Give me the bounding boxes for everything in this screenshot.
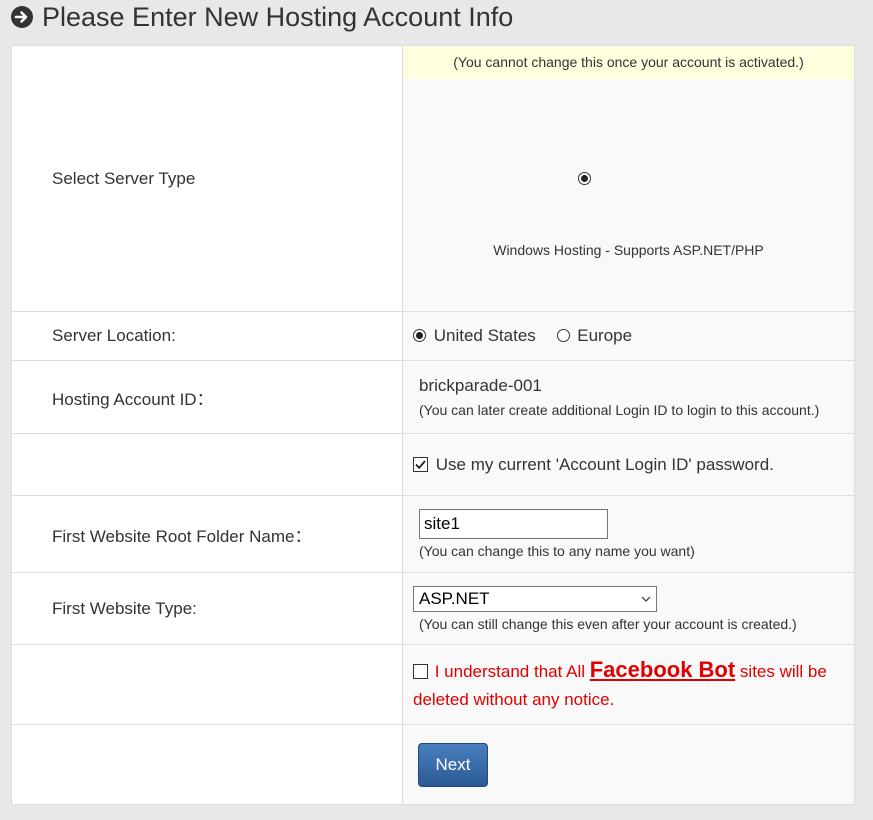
use-password-checkbox[interactable]	[413, 456, 428, 472]
server-location-cell: United States Europe	[402, 311, 855, 361]
hosting-account-form: Select Server Type (You cannot change th…	[11, 45, 855, 805]
windows-hosting-label[interactable]: Windows Hosting - Supports ASP.NET/PHP	[403, 242, 854, 258]
page-title-text: Please Enter New Hosting Account Info	[42, 1, 514, 32]
windows-hosting-radio[interactable]	[578, 172, 591, 185]
location-radio-europe[interactable]	[556, 329, 570, 342]
location-label-us[interactable]: United States	[434, 326, 536, 345]
agreement-text-before: I understand that All	[434, 661, 590, 681]
circle-arrow-right-icon	[11, 6, 33, 28]
agreement-cell: I understand that All Facebook Bot sites…	[402, 644, 855, 725]
website-type-row: First Website Type: ASP.NET (You can sti…	[11, 572, 855, 645]
checkmark-icon	[415, 459, 426, 469]
agreement-label-empty	[11, 644, 403, 725]
actions-cell: Next	[402, 724, 855, 805]
chevron-down-icon	[641, 596, 651, 602]
server-type-label: Select Server Type	[11, 45, 403, 312]
server-type-cell: (You cannot change this once your accoun…	[402, 45, 855, 312]
actions-label-empty	[11, 724, 403, 805]
password-label-empty	[11, 433, 403, 496]
root-folder-row: First Website Root Folder Name： (You can…	[11, 495, 855, 573]
agreement-checkbox[interactable]	[413, 663, 428, 679]
page-title: Please Enter New Hosting Account Info	[10, 0, 513, 34]
account-id-value: brickparade-001	[419, 376, 542, 395]
website-type-cell: ASP.NET (You can still change this even …	[402, 572, 855, 645]
next-button[interactable]: Next	[418, 742, 488, 787]
root-folder-note: (You can change this to any name you wan…	[419, 543, 695, 559]
server-type-notice: (You cannot change this once your accoun…	[403, 46, 854, 79]
use-password-label[interactable]: Use my current 'Account Login ID' passwo…	[436, 455, 774, 474]
account-id-cell: brickparade-001 (You can later create ad…	[402, 360, 855, 434]
server-type-row: Select Server Type (You cannot change th…	[11, 45, 855, 312]
website-type-selected: ASP.NET	[419, 588, 490, 608]
account-id-note: (You can later create additional Login I…	[419, 402, 820, 418]
server-location-label: Server Location:	[11, 311, 403, 361]
password-cell: Use my current 'Account Login ID' passwo…	[402, 433, 855, 496]
server-location-row: Server Location: United States Europe	[11, 311, 855, 361]
website-type-select[interactable]: ASP.NET	[413, 585, 657, 612]
root-folder-label: First Website Root Folder Name：	[11, 495, 403, 573]
account-id-label: Hosting Account ID：	[11, 360, 403, 434]
website-type-note: (You can still change this even after yo…	[419, 615, 797, 632]
location-label-europe[interactable]: Europe	[577, 326, 632, 345]
location-radio-us[interactable]	[413, 329, 426, 342]
password-row: Use my current 'Account Login ID' passwo…	[11, 433, 855, 496]
agreement-row: I understand that All Facebook Bot sites…	[11, 644, 855, 725]
root-folder-cell: (You can change this to any name you wan…	[402, 495, 855, 573]
root-folder-input[interactable]	[419, 509, 608, 539]
server-type-option: Windows Hosting - Supports ASP.NET/PHP	[403, 79, 854, 311]
facebook-bot-link[interactable]: Facebook Bot	[590, 657, 735, 682]
account-id-row: Hosting Account ID： brickparade-001 (You…	[11, 360, 855, 434]
actions-row: Next	[11, 724, 855, 805]
website-type-label: First Website Type:	[11, 572, 403, 645]
